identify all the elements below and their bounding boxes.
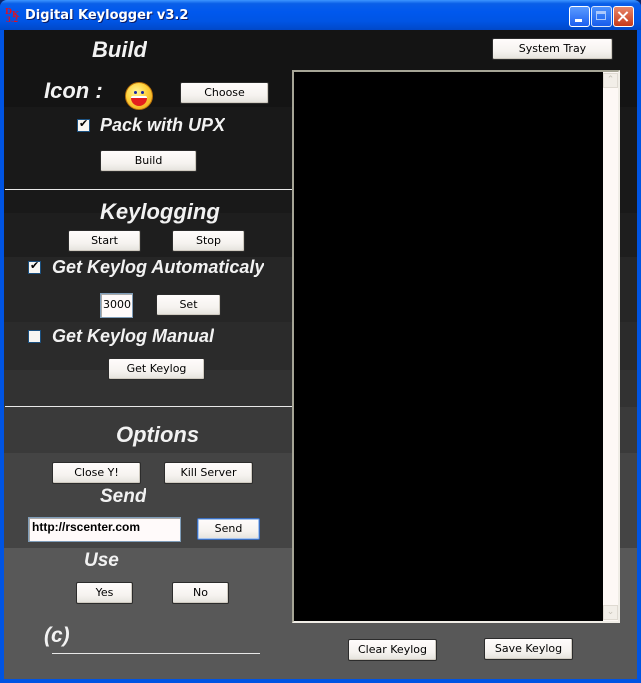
smiley-icon[interactable] (125, 82, 153, 110)
send-url-input[interactable]: http://rscenter.com (28, 517, 181, 542)
keylog-textarea[interactable]: ⌃ ⌄ (292, 70, 620, 623)
build-button[interactable]: Build (100, 150, 197, 172)
minimize-button[interactable] (569, 6, 590, 27)
keylog-scrollbar[interactable]: ⌃ ⌄ (603, 72, 618, 621)
app-icon-letter-d: D (5, 6, 12, 16)
client-area: Build Icon : Choose Pack with UPX Build … (4, 30, 637, 679)
smiley-eye-icon (141, 91, 144, 94)
close-window-button[interactable] (613, 6, 634, 27)
keylogging-heading: Keylogging (100, 199, 220, 224)
copyright-underline (52, 653, 260, 654)
auto-keylog-checkbox[interactable] (28, 259, 41, 274)
options-heading: Options (116, 422, 200, 447)
use-yes-button[interactable]: Yes (76, 582, 133, 604)
keylog-text (294, 72, 618, 76)
section-divider (5, 189, 292, 190)
use-no-button[interactable]: No (172, 582, 229, 604)
system-tray-button[interactable]: System Tray (492, 38, 613, 60)
interval-input[interactable]: 3000 (100, 293, 133, 318)
manual-keylog-label: Get Keylog Manual (52, 326, 215, 346)
build-heading: Build (92, 37, 147, 62)
set-interval-button[interactable]: Set (156, 294, 221, 316)
scroll-down-icon[interactable]: ⌄ (603, 605, 618, 620)
smiley-mouth-icon (131, 96, 147, 106)
send-button[interactable]: Send (197, 518, 260, 540)
smiley-eye-icon (134, 91, 137, 94)
choose-icon-button[interactable]: Choose (180, 82, 269, 104)
window-title: Digital Keylogger v3.2 (25, 8, 189, 23)
auto-keylog-label: Get Keylog Automaticaly (52, 257, 265, 277)
use-heading: Use (84, 550, 119, 571)
title-bar[interactable]: D K 3.2 Digital Keylogger v3.2 (0, 0, 641, 30)
stop-button[interactable]: Stop (172, 230, 245, 252)
icon-label: Icon : (44, 78, 103, 103)
pack-upx-checkbox[interactable] (77, 117, 90, 132)
close-yahoo-button[interactable]: Close Y! (52, 462, 141, 484)
save-keylog-button[interactable]: Save Keylog (484, 638, 573, 660)
clear-keylog-button[interactable]: Clear Keylog (348, 639, 437, 661)
app-icon: D K 3.2 (5, 6, 21, 24)
section-divider (5, 406, 292, 407)
app-window: D K 3.2 Digital Keylogger v3.2 Build Ico… (0, 0, 641, 683)
copyright-label: (c) (44, 624, 70, 647)
manual-keylog-checkbox[interactable] (28, 330, 41, 343)
kill-server-button[interactable]: Kill Server (164, 462, 253, 484)
scroll-up-icon[interactable]: ⌃ (603, 73, 618, 88)
pack-upx-label: Pack with UPX (100, 115, 226, 135)
app-icon-version: 3.2 (6, 15, 19, 24)
send-heading: Send (100, 486, 147, 507)
get-keylog-button[interactable]: Get Keylog (108, 358, 205, 380)
start-button[interactable]: Start (68, 230, 141, 252)
maximize-button[interactable] (591, 6, 612, 27)
